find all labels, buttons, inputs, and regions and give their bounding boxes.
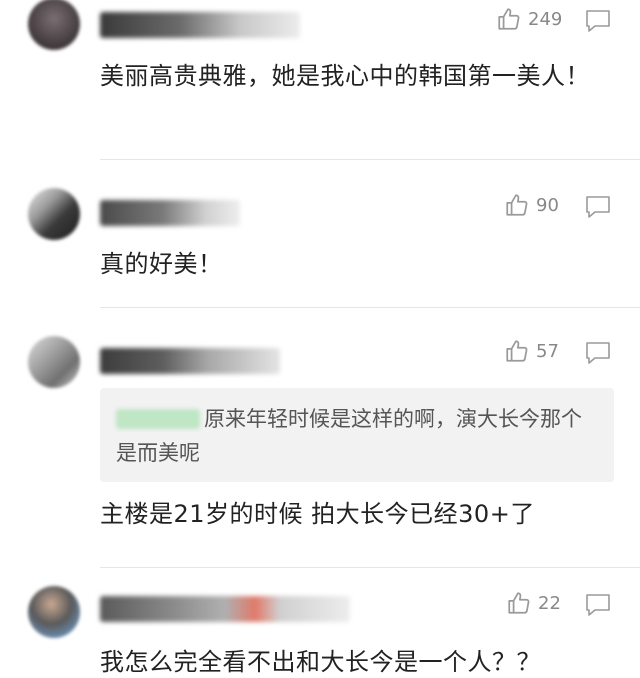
like-count: 57: [536, 340, 559, 362]
thumbs-up-icon: [498, 8, 520, 30]
like-button[interactable]: 249: [496, 6, 562, 32]
like-button[interactable]: 57: [504, 338, 559, 364]
quoted-username[interactable]: [116, 409, 200, 429]
comment-1: 249 美丽高贵典雅，她是我心中的韩国第一美人！: [0, 0, 640, 160]
username[interactable]: [100, 12, 300, 38]
reply-bubble-icon[interactable]: [584, 340, 612, 366]
like-button[interactable]: 22: [506, 590, 561, 616]
reply-bubble-icon[interactable]: [584, 194, 612, 220]
like-button[interactable]: 90: [504, 192, 559, 218]
like-count: 90: [536, 194, 559, 216]
username[interactable]: [100, 348, 280, 374]
comment-3: 57 原来年轻时候是这样的啊，演大长今那个是而美呢 主楼是21岁的时候 拍大长今…: [0, 308, 640, 568]
comment-text: 美丽高贵典雅，她是我心中的韩国第一美人！: [100, 62, 590, 90]
like-count: 249: [528, 8, 563, 30]
reply-bubble-icon[interactable]: [584, 8, 612, 34]
comment-2: 90 真的好美！: [0, 160, 640, 308]
comment-text: 主楼是21岁的时候 拍大长今已经30+了: [100, 500, 535, 528]
avatar[interactable]: [28, 0, 80, 50]
comment-text: 我怎么完全看不出和大长今是一个人？？: [100, 648, 541, 676]
reply-bubble-icon[interactable]: [584, 592, 612, 618]
username[interactable]: [100, 200, 240, 226]
comment-text: 真的好美！: [100, 250, 223, 278]
comment-4: 22 我怎么完全看不出和大长今是一个人？？: [0, 568, 640, 678]
quoted-reply[interactable]: 原来年轻时候是这样的啊，演大长今那个是而美呢: [100, 388, 614, 482]
thumbs-up-icon: [508, 592, 530, 614]
like-count: 22: [538, 592, 561, 614]
avatar[interactable]: [28, 586, 80, 638]
avatar[interactable]: [28, 188, 80, 240]
thumbs-up-icon: [506, 340, 528, 362]
avatar[interactable]: [28, 336, 80, 388]
thumbs-up-icon: [506, 194, 528, 216]
username[interactable]: [100, 596, 350, 622]
